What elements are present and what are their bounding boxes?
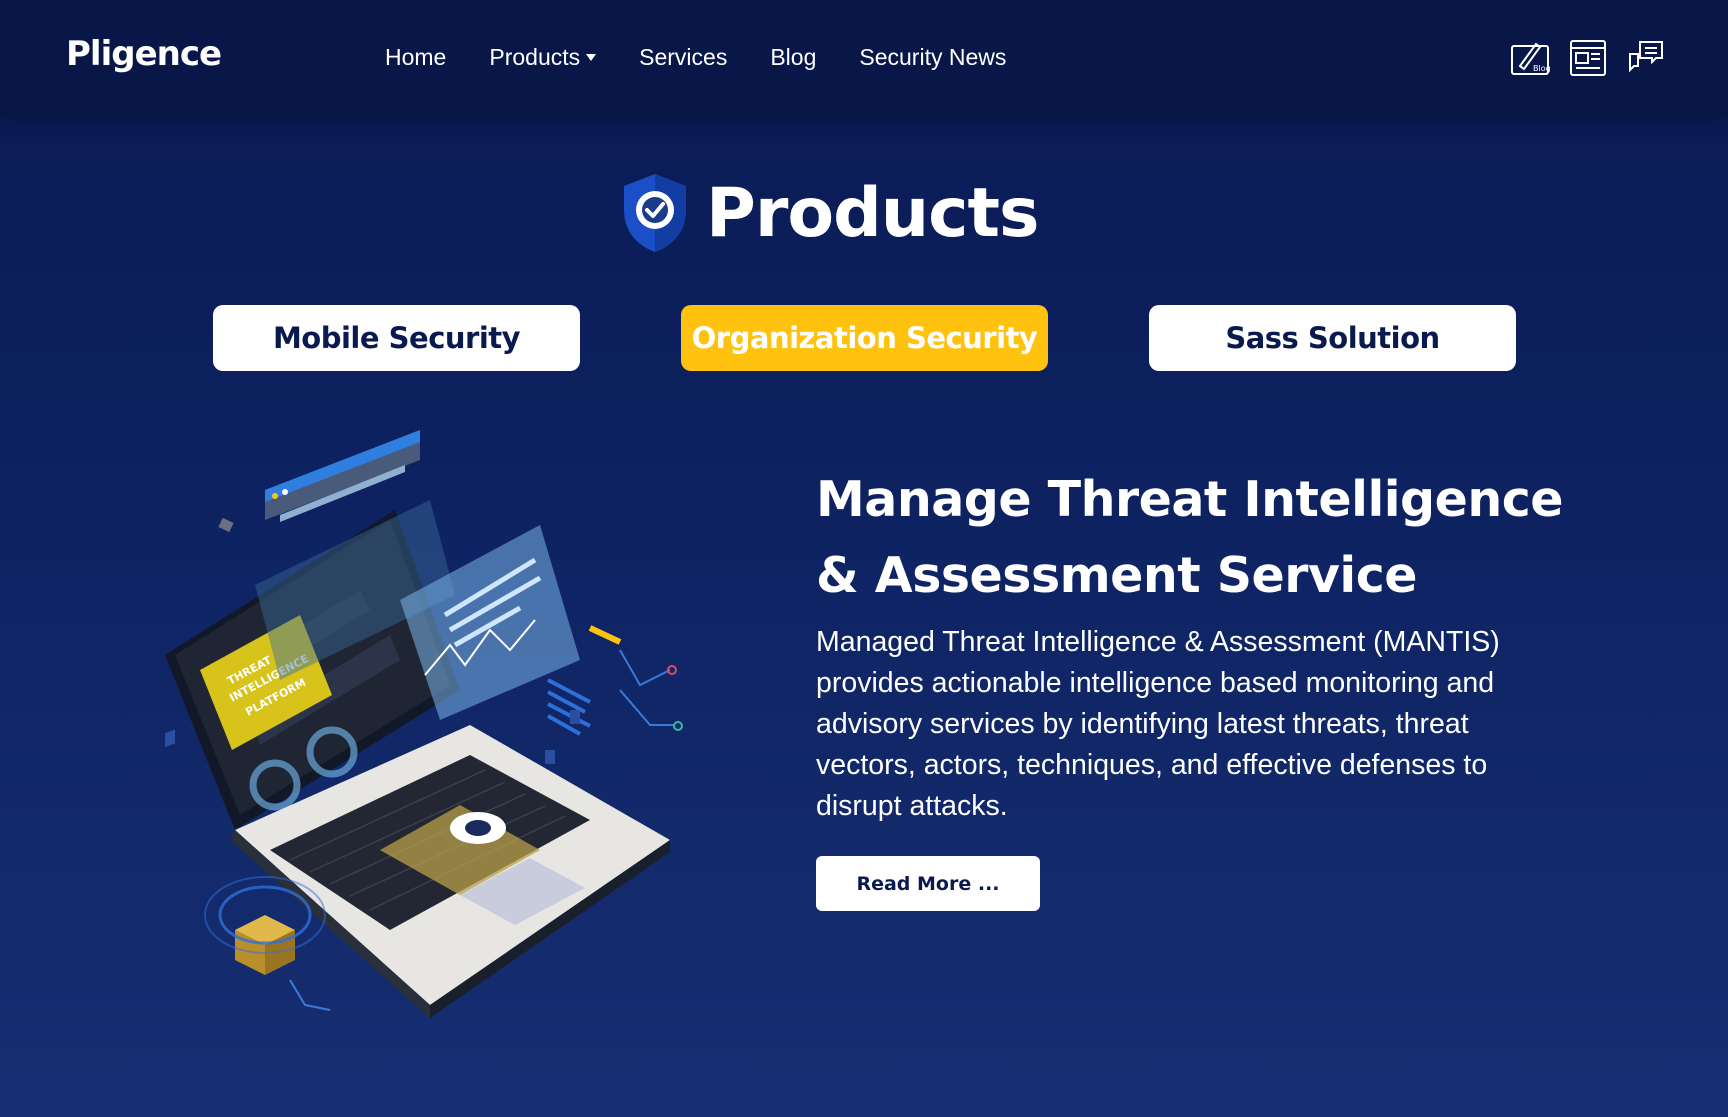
nav-home[interactable]: Home bbox=[385, 44, 446, 71]
main-nav: Home Products Services Blog Security New… bbox=[385, 44, 1049, 71]
security-news-icon[interactable] bbox=[1568, 38, 1608, 78]
nav-products[interactable]: Products bbox=[489, 44, 597, 71]
laptop-illustration: THREAT INTELLIGENCE PLATFORM bbox=[165, 430, 683, 1018]
header-icons: Blog bbox=[1510, 38, 1666, 78]
shield-check-icon bbox=[624, 174, 686, 252]
tab-mobile-security[interactable]: Mobile Security bbox=[213, 305, 580, 371]
product-description: Managed Threat Intelligence & Assessment… bbox=[816, 626, 1500, 822]
logo[interactable]: Pligence bbox=[66, 34, 222, 74]
read-more-button[interactable]: Read More ... bbox=[816, 856, 1040, 911]
section-title: Products bbox=[620, 170, 1039, 256]
nav-blog[interactable]: Blog bbox=[770, 44, 816, 71]
chat-icon[interactable] bbox=[1626, 38, 1666, 78]
blog-icon[interactable]: Blog bbox=[1510, 38, 1550, 78]
tab-organization-security[interactable]: Organization Security bbox=[681, 305, 1048, 371]
product-headline: Manage Threat Intelligence & Assessment … bbox=[816, 471, 1564, 604]
nav-services[interactable]: Services bbox=[639, 44, 727, 71]
page-title: Products bbox=[706, 173, 1039, 253]
tab-sass-solution[interactable]: Sass Solution bbox=[1149, 305, 1516, 371]
svg-text:Blog: Blog bbox=[1533, 64, 1550, 73]
caret-down-icon bbox=[586, 54, 597, 61]
site-header: Pligence Home Products Services Blog Sec… bbox=[0, 0, 1728, 118]
nav-security-news[interactable]: Security News bbox=[859, 44, 1006, 71]
